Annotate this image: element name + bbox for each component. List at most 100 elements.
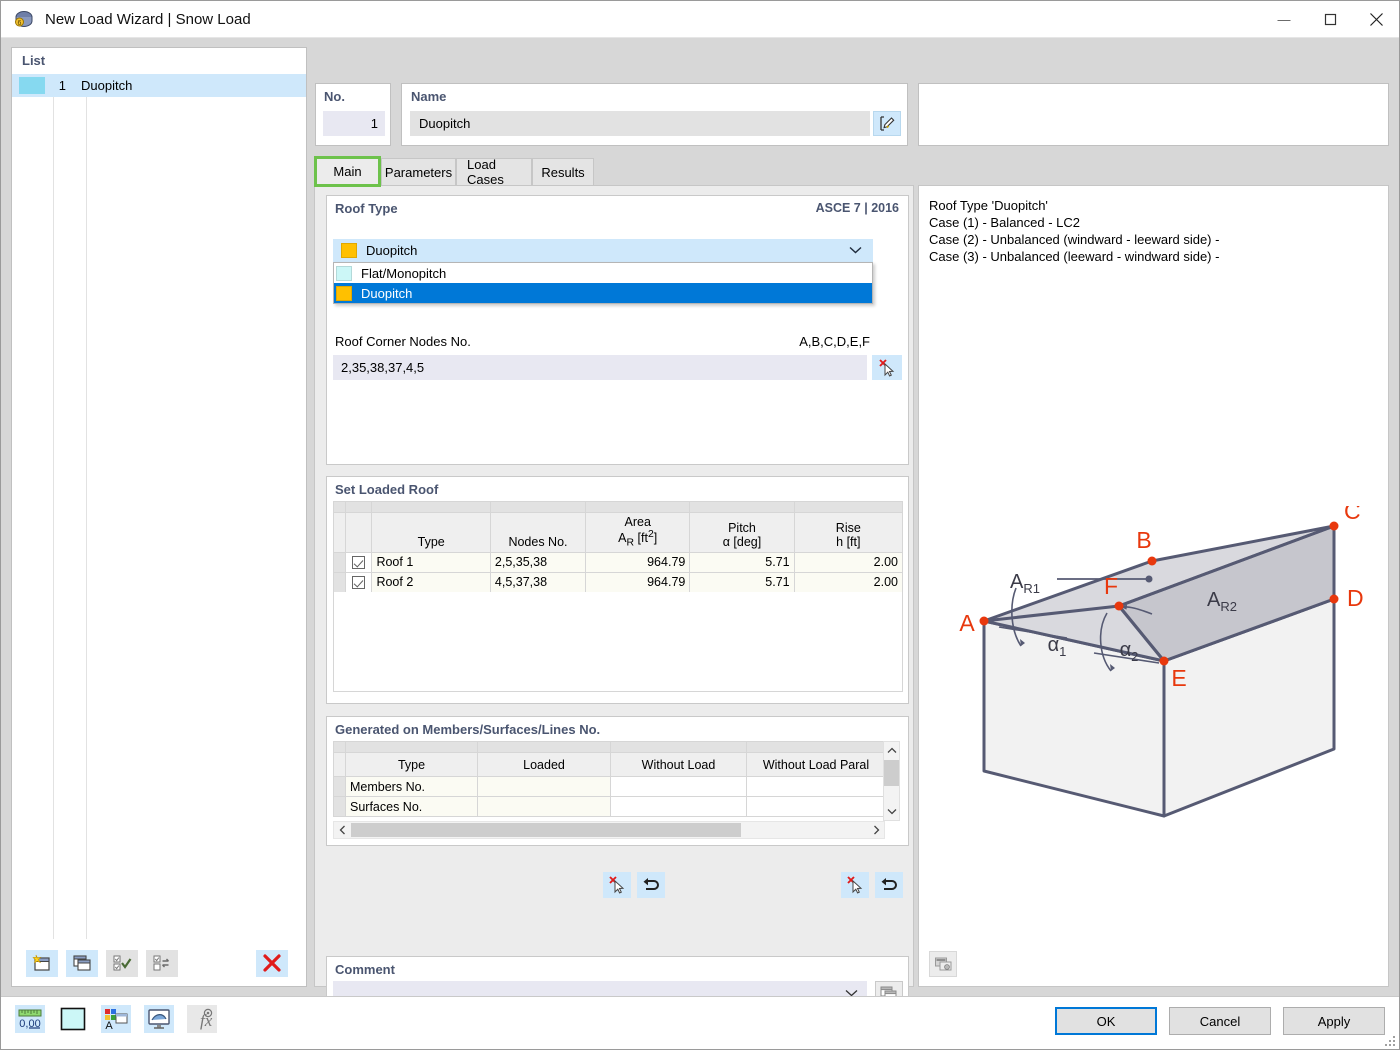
close-button[interactable]	[1353, 1, 1399, 38]
tab-parameters[interactable]: Parameters	[381, 158, 456, 185]
scroll-right-icon[interactable]	[868, 822, 884, 838]
node-e-dot	[1159, 656, 1169, 666]
option-color-swatch	[336, 265, 352, 281]
node-label-c: C	[1344, 506, 1361, 524]
node-a-dot	[979, 616, 989, 626]
node-label-d: D	[1347, 585, 1364, 611]
formula-button[interactable]: fx	[187, 1005, 217, 1033]
roof-type-color-swatch	[341, 243, 357, 258]
number-caption: No.	[324, 89, 345, 104]
cell-type: Roof 1	[371, 551, 491, 573]
name-edit-button[interactable]	[873, 111, 901, 136]
name-input[interactable]: Duopitch	[410, 111, 870, 136]
table-row[interactable]: Members No.	[333, 776, 886, 797]
list-caption: List	[22, 53, 46, 68]
display-properties-button[interactable]: A	[101, 1005, 131, 1033]
chevron-down-icon[interactable]	[849, 245, 862, 257]
svg-text:fx: fx	[200, 1011, 213, 1030]
apply-button[interactable]: Apply	[1283, 1007, 1385, 1035]
table-row[interactable]: Roof 2 4,5,37,38 964.79 5.71 2.00	[332, 571, 904, 593]
ok-button[interactable]: OK	[1055, 1007, 1157, 1035]
name-panel: Name Duopitch	[401, 83, 908, 146]
pick-right-button[interactable]	[841, 872, 869, 898]
delete-item-button[interactable]	[256, 949, 288, 977]
description-line: Case (3) - Unbalanced (leeward - windwar…	[929, 249, 1220, 264]
generated-horizontal-scrollbar[interactable]	[333, 821, 885, 839]
scroll-left-icon[interactable]	[334, 822, 350, 838]
title-bar: 6 New Load Wizard | Snow Load —	[1, 1, 1399, 38]
tab-bar: Main Parameters Load Cases Results	[314, 156, 914, 187]
resize-grip[interactable]	[1383, 1034, 1395, 1046]
list-grid[interactable]: 1 Duopitch	[12, 74, 306, 939]
node-c-dot	[1329, 521, 1339, 531]
left-action-buttons	[603, 872, 665, 898]
color-swatch-button[interactable]	[58, 1005, 88, 1033]
list-item-number: 1	[58, 78, 66, 93]
tab-main[interactable]: Main	[314, 156, 381, 187]
cell-loaded	[477, 776, 611, 797]
cell-area: 964.79	[585, 551, 691, 573]
tab-load-cases[interactable]: Load Cases	[456, 157, 532, 187]
cell-type: Members No.	[345, 776, 478, 797]
area-label-ar1: AR1	[1010, 571, 1040, 596]
loaded-roof-table[interactable]: Type Nodes No. Area AR [ft2] Pitch α [de…	[332, 501, 904, 593]
units-button[interactable]: 0,00	[15, 1005, 45, 1033]
svg-text:A: A	[105, 1020, 113, 1031]
cell-nodes: 4,5,37,38	[489, 571, 587, 593]
pick-left-button[interactable]	[603, 872, 631, 898]
node-label-f: F	[1104, 573, 1118, 599]
roof-corner-nodes-input[interactable]: 2,35,38,37,4,5	[333, 355, 867, 380]
number-input[interactable]: 1	[323, 111, 385, 136]
node-label-a: A	[959, 610, 975, 636]
table-row[interactable]: Roof 1 2,5,35,38 964.79 5.71 2.00	[332, 551, 904, 573]
description-line: Case (2) - Unbalanced (windward - leewar…	[929, 232, 1220, 247]
table-row[interactable]: Surfaces No.	[333, 796, 886, 817]
scrollbar-thumb[interactable]	[884, 760, 899, 786]
new-item-button[interactable]	[26, 949, 58, 977]
loaded-roof-empty-area	[333, 592, 903, 692]
preview-copy-button[interactable]	[929, 951, 957, 977]
col-header-pitch: Pitch α [deg]	[689, 512, 795, 553]
duopitch-roof-diagram: A B C D E F AR1 AR2 α1 α2	[959, 506, 1364, 818]
minimize-button[interactable]: —	[1261, 1, 1307, 38]
scroll-down-icon[interactable]	[884, 803, 899, 820]
col-header-type: Type	[371, 512, 491, 553]
undo-right-button[interactable]	[875, 872, 903, 898]
cancel-button[interactable]: Cancel	[1169, 1007, 1271, 1035]
node-label-e: E	[1171, 665, 1186, 691]
row-checkbox[interactable]	[345, 551, 373, 573]
undo-left-button[interactable]	[637, 872, 665, 898]
roof-type-dropdown-list[interactable]: Flat/Monopitch Duopitch	[333, 262, 873, 304]
list-item[interactable]: 1 Duopitch	[12, 74, 306, 97]
set-loaded-roof-title: Set Loaded Roof	[335, 482, 439, 497]
cell-without-load	[610, 796, 747, 817]
generated-vertical-scrollbar[interactable]	[883, 741, 900, 821]
standard-label: ASCE 7 | 2016	[815, 201, 899, 215]
cell-without-load	[610, 776, 747, 797]
row-checkbox[interactable]	[345, 571, 373, 593]
scrollbar-thumb[interactable]	[351, 823, 741, 837]
roof-corner-nodes-hint: A,B,C,D,E,F	[799, 334, 870, 349]
cell-pitch: 5.71	[689, 571, 795, 593]
visibility-button[interactable]	[144, 1005, 174, 1033]
comment-title: Comment	[335, 962, 395, 977]
dropdown-option-duopitch[interactable]: Duopitch	[334, 283, 872, 303]
window-controls: —	[1261, 1, 1399, 38]
generated-table[interactable]: Type Loaded Without Load Without Load Pa…	[333, 741, 886, 817]
invert-selection-button[interactable]	[146, 949, 178, 977]
node-f-dot	[1114, 601, 1124, 611]
name-caption: Name	[411, 89, 447, 104]
option-label: Flat/Monopitch	[361, 265, 447, 281]
cell-rise: 2.00	[793, 571, 904, 593]
roof-corner-nodes-label: Roof Corner Nodes No.	[335, 334, 471, 349]
roof-corner-nodes-pick-button[interactable]	[872, 355, 902, 380]
dropdown-option-flat-monopitch[interactable]: Flat/Monopitch	[334, 263, 872, 283]
scroll-up-icon[interactable]	[884, 742, 899, 759]
gcol-header-type: Type	[345, 752, 478, 777]
node-label-b: B	[1136, 527, 1151, 553]
roof-type-combobox[interactable]: Duopitch	[333, 239, 873, 262]
copy-item-button[interactable]	[66, 949, 98, 977]
maximize-button[interactable]	[1307, 1, 1353, 38]
select-all-button[interactable]	[106, 949, 138, 977]
tab-results[interactable]: Results	[532, 158, 594, 185]
